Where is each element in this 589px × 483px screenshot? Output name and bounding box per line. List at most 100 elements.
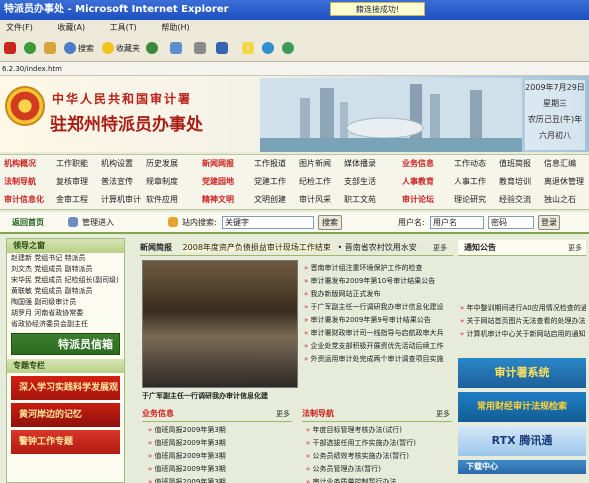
nav-section-head[interactable]: 党建园地 [202, 173, 234, 191]
home-link[interactable]: 返回首页 [12, 216, 44, 230]
promo-banner[interactable]: 黄河岸边的记忆 [11, 403, 120, 427]
news-item[interactable]: » 晋南审计组注重环境保护工作的检查 [304, 262, 452, 275]
news-item[interactable]: » 于广军副主任一行调研我办审计信息化建设 [304, 301, 452, 314]
nav-link[interactable]: 人事工作 [454, 173, 486, 191]
leader-item[interactable]: 赵建新 党组书记 特派员 [7, 253, 124, 264]
law-item[interactable]: » 公务员管理办法(暂行) [306, 463, 452, 476]
regulation-search-banner[interactable]: 常用财经审计法规检索 [458, 392, 586, 422]
notice-more-link[interactable]: 更多 [568, 240, 582, 256]
nav-section-head[interactable]: 业务信息 [402, 155, 434, 173]
news-item[interactable]: » 外资运用审计处完成两个审计调查项目实施 [304, 353, 452, 366]
nav-section-head[interactable]: 法制导航 [4, 173, 36, 191]
leader-item[interactable]: 宋华民 党组成员 纪检组长(副司级) [7, 275, 124, 286]
news-item[interactable]: » 我办新版网站正式发布 [304, 288, 452, 301]
law-more-link[interactable]: 更多 [436, 406, 450, 422]
biz-item[interactable]: » 值班简报2009年第3期 [148, 437, 294, 450]
law-item[interactable]: » 年度目标管理考核办法(试行) [306, 424, 452, 437]
nav-link[interactable]: 复核审理 [56, 173, 88, 191]
stop-button[interactable] [4, 41, 18, 57]
nav-section-head[interactable]: 人事教育 [402, 173, 434, 191]
nav-link[interactable]: 软件应用 [146, 191, 178, 209]
news-more-link[interactable]: 更多 [433, 240, 447, 256]
rtx-banner[interactable]: RTX 腾讯通 [458, 426, 586, 456]
nav-link[interactable]: 支部生活 [344, 173, 376, 191]
nav-section-head[interactable]: 新闻网报 [202, 155, 234, 173]
promo-banner[interactable]: 深入学习实践科学发展观 [11, 376, 120, 400]
edit-button[interactable] [216, 41, 230, 57]
nav-section-head[interactable]: 机构概况 [4, 155, 36, 173]
mailbox-button[interactable]: 特派员信箱 [11, 333, 120, 355]
nav-link[interactable]: 审计风采 [299, 191, 331, 209]
leader-item[interactable]: 刘文杰 党组成员 副特派员 [7, 264, 124, 275]
nav-link[interactable]: 理论研究 [454, 191, 486, 209]
nav-link[interactable]: 机构设置 [101, 155, 133, 173]
nav-link[interactable]: 党建工作 [254, 173, 286, 191]
nav-link[interactable]: 普法宣传 [101, 173, 133, 191]
research-button[interactable] [262, 41, 276, 57]
leader-item[interactable]: 省政协经济委员会副主任 [7, 319, 124, 330]
menu-tools[interactable]: 工具(T) [110, 23, 137, 32]
nav-link[interactable]: 金审工程 [56, 191, 88, 209]
search-submit-button[interactable]: 搜索 [318, 215, 342, 230]
menu-file[interactable]: 文件(F) [6, 23, 33, 32]
biz-item[interactable]: » 值班简报2009年第3期 [148, 450, 294, 463]
nav-section-head[interactable]: 精神文明 [202, 191, 234, 209]
nav-link[interactable]: 工作报道 [254, 155, 286, 173]
nav-link[interactable]: 工作动态 [454, 155, 486, 173]
nav-link[interactable]: 媒体播录 [344, 155, 376, 173]
nav-link[interactable]: 文明创建 [254, 191, 286, 209]
home-button[interactable] [44, 41, 58, 57]
nav-link[interactable]: 计算机审计 [101, 191, 141, 209]
login-button[interactable]: 登录 [538, 215, 560, 230]
nav-link[interactable]: 规章制度 [146, 173, 178, 191]
nav-link[interactable]: 工作职能 [56, 155, 88, 173]
promo-banner[interactable]: 警钟工作专题 [11, 430, 120, 454]
admin-link[interactable]: 管理进入 [82, 216, 114, 230]
history-button[interactable] [146, 41, 160, 57]
nav-link[interactable]: 历史发展 [146, 155, 178, 173]
law-item[interactable]: » 审计业务质量控制暂行办法 [306, 476, 452, 483]
nav-link[interactable]: 教育培训 [499, 173, 531, 191]
nav-link[interactable]: 离退休管理 [544, 173, 584, 191]
leader-item[interactable]: 陶国强 副司级审计员 [7, 297, 124, 308]
username-input[interactable]: 用户名 [430, 216, 484, 229]
biz-more-link[interactable]: 更多 [276, 406, 290, 422]
news-item[interactable]: » 企业处党支部积极开展资优先活动后续工作 [304, 340, 452, 353]
biz-item[interactable]: » 值班简报2009年第3期 [148, 424, 294, 437]
nav-link[interactable]: 纪检工作 [299, 173, 331, 191]
nav-link[interactable]: 信息汇编 [544, 155, 576, 173]
photo-caption[interactable]: 于广军副主任一行调研我办审计信息化建 [142, 390, 300, 402]
news-headline-2[interactable]: • 晋南省农村饮用水安 [337, 243, 416, 252]
messenger-button[interactable] [282, 41, 296, 57]
news-photo[interactable] [142, 260, 298, 388]
news-headline[interactable]: 2008年度资产负债损益审计现场工作结束 [182, 243, 331, 252]
nav-link[interactable]: 值班简报 [499, 155, 531, 173]
law-item[interactable]: » 干部选拔任用工作实施办法(暂行) [306, 437, 452, 450]
news-item[interactable]: » 审计署财政审计司一线指导与启航政审大兵 [304, 327, 452, 340]
mail-button[interactable] [170, 41, 184, 57]
password-input[interactable]: 密码 [488, 216, 534, 229]
nav-section-head[interactable]: 审计论坛 [402, 191, 434, 209]
biz-item[interactable]: » 值班简报2009年第3期 [148, 463, 294, 476]
download-header[interactable]: 下载中心 [458, 460, 586, 474]
nav-link[interactable]: 经验交流 [499, 191, 531, 209]
biz-item[interactable]: » 值班简报2009年第3期 [148, 476, 294, 483]
address-bar[interactable]: 6.2.30/index.htm [0, 62, 589, 76]
discuss-button[interactable] [242, 41, 256, 57]
leader-item[interactable]: 胡罗月 河南省政协常委 [7, 308, 124, 319]
notice-item[interactable]: » 关于网站首页图片无法查看的处理办法 [460, 315, 586, 328]
refresh-button[interactable] [24, 41, 38, 57]
menu-favorites[interactable]: 收藏(A) [57, 23, 85, 32]
audit-system-banner[interactable]: 审计署系统 [458, 358, 586, 388]
favorites-button[interactable]: 收藏夹 [102, 41, 140, 57]
print-button[interactable] [194, 41, 208, 57]
search-button[interactable]: 搜索 [64, 41, 94, 57]
notice-item[interactable]: » 计算机审计中心关于新网站启用的通知 [460, 328, 586, 341]
menu-help[interactable]: 帮助(H) [161, 23, 189, 32]
keyword-input[interactable]: 关键字 [222, 216, 314, 229]
news-item[interactable]: » 审计署发布2009年第9号审计结果公告 [304, 314, 452, 327]
nav-section-head[interactable]: 审计信息化 [4, 191, 44, 209]
notice-item[interactable]: » 年中整训期间进行A0应用情况检查的通知 [460, 302, 586, 315]
leader-item[interactable]: 黄联敏 党组成员 副特派员 [7, 286, 124, 297]
nav-link[interactable]: 职工文苑 [344, 191, 376, 209]
